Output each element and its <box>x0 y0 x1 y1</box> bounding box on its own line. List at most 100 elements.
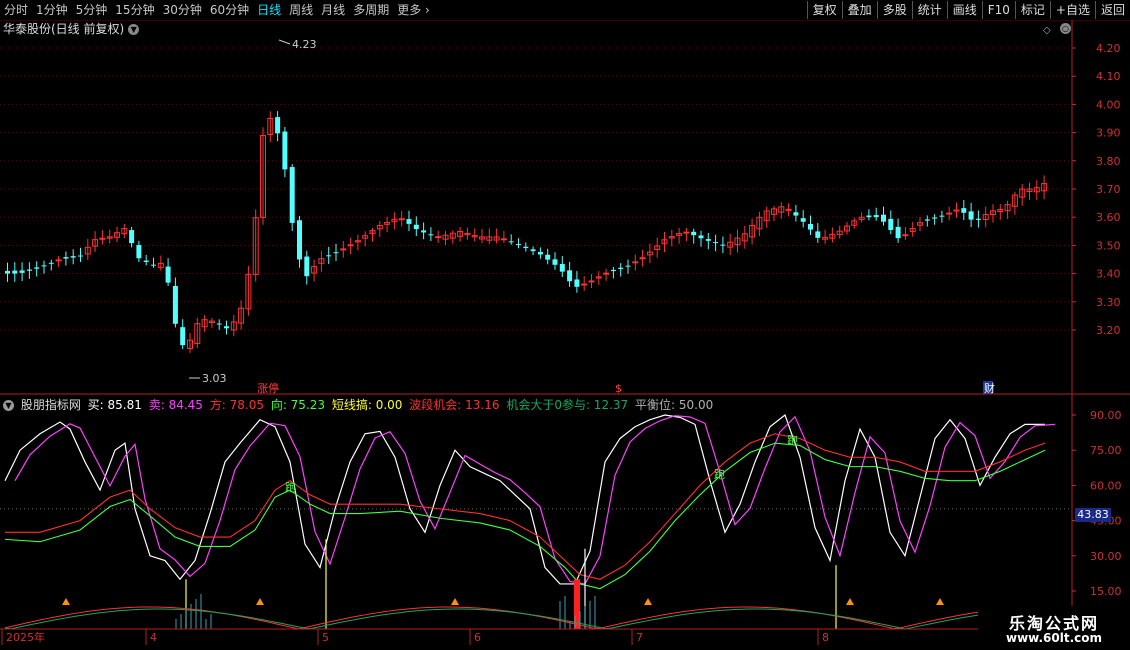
candle-body-down <box>800 218 806 222</box>
candle-body-down <box>216 323 222 325</box>
candle-body-down <box>866 215 872 218</box>
candle-body-down <box>895 226 901 239</box>
watermark-url: www.60lt.com <box>1005 631 1103 645</box>
high-price-label: 4.23 <box>292 38 317 51</box>
indicator-field-balance: 平衡位: 50.00 <box>635 398 714 412</box>
opportunity-triangle <box>644 598 652 605</box>
candle-body-down <box>691 231 697 236</box>
candle-body-down <box>625 265 631 267</box>
candle-body-up <box>639 257 646 260</box>
candle-body-down <box>48 262 54 264</box>
candle-body-up <box>946 212 953 215</box>
candle-body-up <box>99 237 106 240</box>
candle-body-down <box>165 266 171 283</box>
candle-body-down <box>428 234 434 236</box>
candle-body-down <box>224 326 229 329</box>
buy-line <box>4 414 1045 585</box>
candle-body-down <box>545 254 551 260</box>
indicator-name[interactable]: 股朋指标网 <box>21 398 81 412</box>
indicator-field-direction: 方: 78.05 <box>209 398 264 412</box>
price-tick-label: 3.20 <box>1096 324 1121 337</box>
time-label: 5 <box>322 631 329 644</box>
candle-body-up <box>902 234 909 237</box>
candle-body-down <box>421 230 427 233</box>
candle-body-down <box>537 251 543 255</box>
high-pointer <box>278 39 291 45</box>
opportunity-triangle <box>936 598 944 605</box>
indicator-field-band-chance: 波段机会: 13.16 <box>409 398 500 412</box>
candle-body-down <box>618 267 624 270</box>
diamond-icon[interactable]: ◇ <box>1043 25 1051 36</box>
candle-body-down <box>808 223 813 230</box>
candle-body-down <box>5 270 10 274</box>
time-label: 4 <box>150 631 157 644</box>
candle-body-down <box>297 220 302 260</box>
trend-line <box>4 442 1046 590</box>
price-tick-label: 4.20 <box>1096 42 1121 55</box>
candle-body-down <box>793 212 799 216</box>
candle-body-down <box>567 270 573 282</box>
candle-body-down <box>516 244 521 246</box>
run-marker: 跑 <box>787 433 798 447</box>
price-tick-label: 3.60 <box>1096 211 1121 224</box>
candle-body-up <box>632 261 639 264</box>
candle-body-up <box>603 272 610 275</box>
event-marker-label: 财 <box>984 381 995 395</box>
opportunity-triangle <box>256 598 264 605</box>
candle-body-down <box>304 256 310 277</box>
chevron-down-icon[interactable]: ▼ <box>128 24 140 35</box>
candle-body-down <box>41 265 47 267</box>
candle-body-down <box>713 242 719 244</box>
direction-line <box>5 433 1046 580</box>
opportunity-triangle <box>451 598 459 605</box>
candle-body-down <box>815 231 821 238</box>
stock-title[interactable]: 华泰股份(日线 前复权) ▼ <box>3 22 140 36</box>
time-label: 8 <box>822 631 829 644</box>
candle-body-down <box>406 219 412 224</box>
candle-body-down <box>552 259 558 265</box>
candle-body-down <box>172 285 178 324</box>
time-label: 2025年 <box>6 630 45 644</box>
indicator-tick-label: 90.00 <box>1090 409 1122 422</box>
watermark-logo: 乐淘公式网 www.60lt.com <box>978 606 1130 650</box>
candle-body-down <box>961 208 967 213</box>
price-tick-label: 3.80 <box>1096 155 1121 168</box>
candle-body-down <box>63 257 69 259</box>
kline-chart[interactable]: 4.233.03涨停 $ 财 跑跑跑 4.204.104.003.903.803.7… <box>0 0 1130 650</box>
settings-circle-icon[interactable]: ○ <box>1060 23 1071 34</box>
candle-body-down <box>924 219 930 221</box>
candle-body-up <box>683 231 690 234</box>
candle-body-down <box>78 255 83 257</box>
indicator-tick-label: 60.00 <box>1090 479 1122 492</box>
time-label: 6 <box>474 631 481 644</box>
price-tick-label: 3.70 <box>1096 183 1121 196</box>
indicator-tick-label: 15.00 <box>1090 585 1122 598</box>
candle-body-down <box>888 218 894 230</box>
event-marker-label: $ <box>615 382 622 395</box>
indicator-field-chance-above-zero: 机会大于0参与: 12.37 <box>506 398 629 412</box>
indicator-field-shortline: 短线搞: 0.00 <box>331 398 403 412</box>
candle-body-up <box>588 280 595 283</box>
candle-body-down <box>932 217 938 219</box>
candle-body-down <box>523 246 529 249</box>
sell-line <box>14 415 1056 585</box>
opportunity-triangle <box>62 598 70 605</box>
indicator-menu-icon[interactable]: ▼ <box>3 400 14 411</box>
indicator-tick-label: 30.00 <box>1090 550 1122 563</box>
stock-title-text: 华泰股份(日线 前复权) <box>3 22 125 36</box>
time-label: 7 <box>636 631 643 644</box>
candle-body-down <box>289 167 295 223</box>
price-tick-label: 3.30 <box>1096 296 1121 309</box>
price-tick-label: 3.90 <box>1096 127 1121 140</box>
candle-body-down <box>975 218 981 220</box>
candle-body-up <box>435 236 442 239</box>
candle-body-down <box>275 117 281 134</box>
indicator-field-buy: 买: 85.81 <box>87 398 142 412</box>
price-tick-label: 3.40 <box>1096 268 1121 281</box>
current-value-badge: 43.83 <box>1075 508 1111 522</box>
candle-body-down <box>129 230 135 244</box>
candle-body-down <box>282 131 288 170</box>
candle-body-down <box>881 214 886 222</box>
candle-body-up <box>340 248 347 251</box>
candle-body-down <box>70 256 76 258</box>
